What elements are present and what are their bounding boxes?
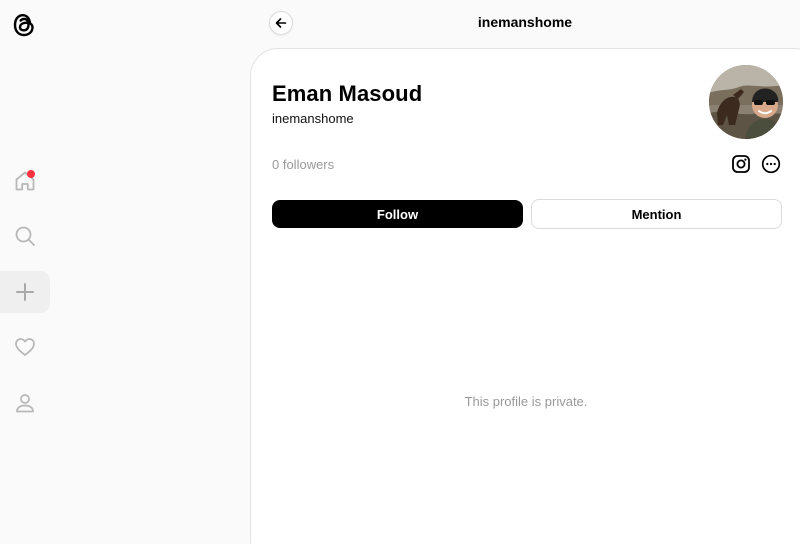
threads-logo-icon[interactable] [10, 10, 38, 40]
more-options-icon[interactable] [761, 154, 781, 174]
person-icon [16, 394, 34, 413]
heart-icon [15, 338, 35, 356]
profile-card: Eman Masoud inemanshome 0 followers Foll… [250, 48, 800, 544]
sidebar-item-create[interactable] [0, 271, 50, 313]
page-title: inemanshome [477, 14, 573, 30]
profile-handle: inemanshome [272, 111, 354, 126]
app-root: inemanshome Eman Masoud inemanshome 0 fo… [0, 0, 800, 544]
followers-count[interactable]: 0 followers [272, 157, 334, 172]
sidebar-item-search[interactable] [0, 215, 50, 257]
sidebar-item-activity[interactable] [0, 326, 50, 368]
notification-dot [27, 170, 35, 178]
avatar[interactable] [709, 65, 783, 139]
profile-display-name: Eman Masoud [272, 81, 423, 106]
mention-button[interactable]: Mention [531, 199, 782, 229]
private-profile-message: This profile is private. [464, 394, 588, 409]
sidebar-item-home[interactable] [0, 160, 50, 202]
instagram-icon[interactable] [731, 154, 751, 174]
follow-button[interactable]: Follow [272, 200, 523, 228]
sidebar-item-profile[interactable] [0, 382, 50, 424]
plus-icon [16, 283, 34, 301]
search-icon [15, 226, 35, 246]
